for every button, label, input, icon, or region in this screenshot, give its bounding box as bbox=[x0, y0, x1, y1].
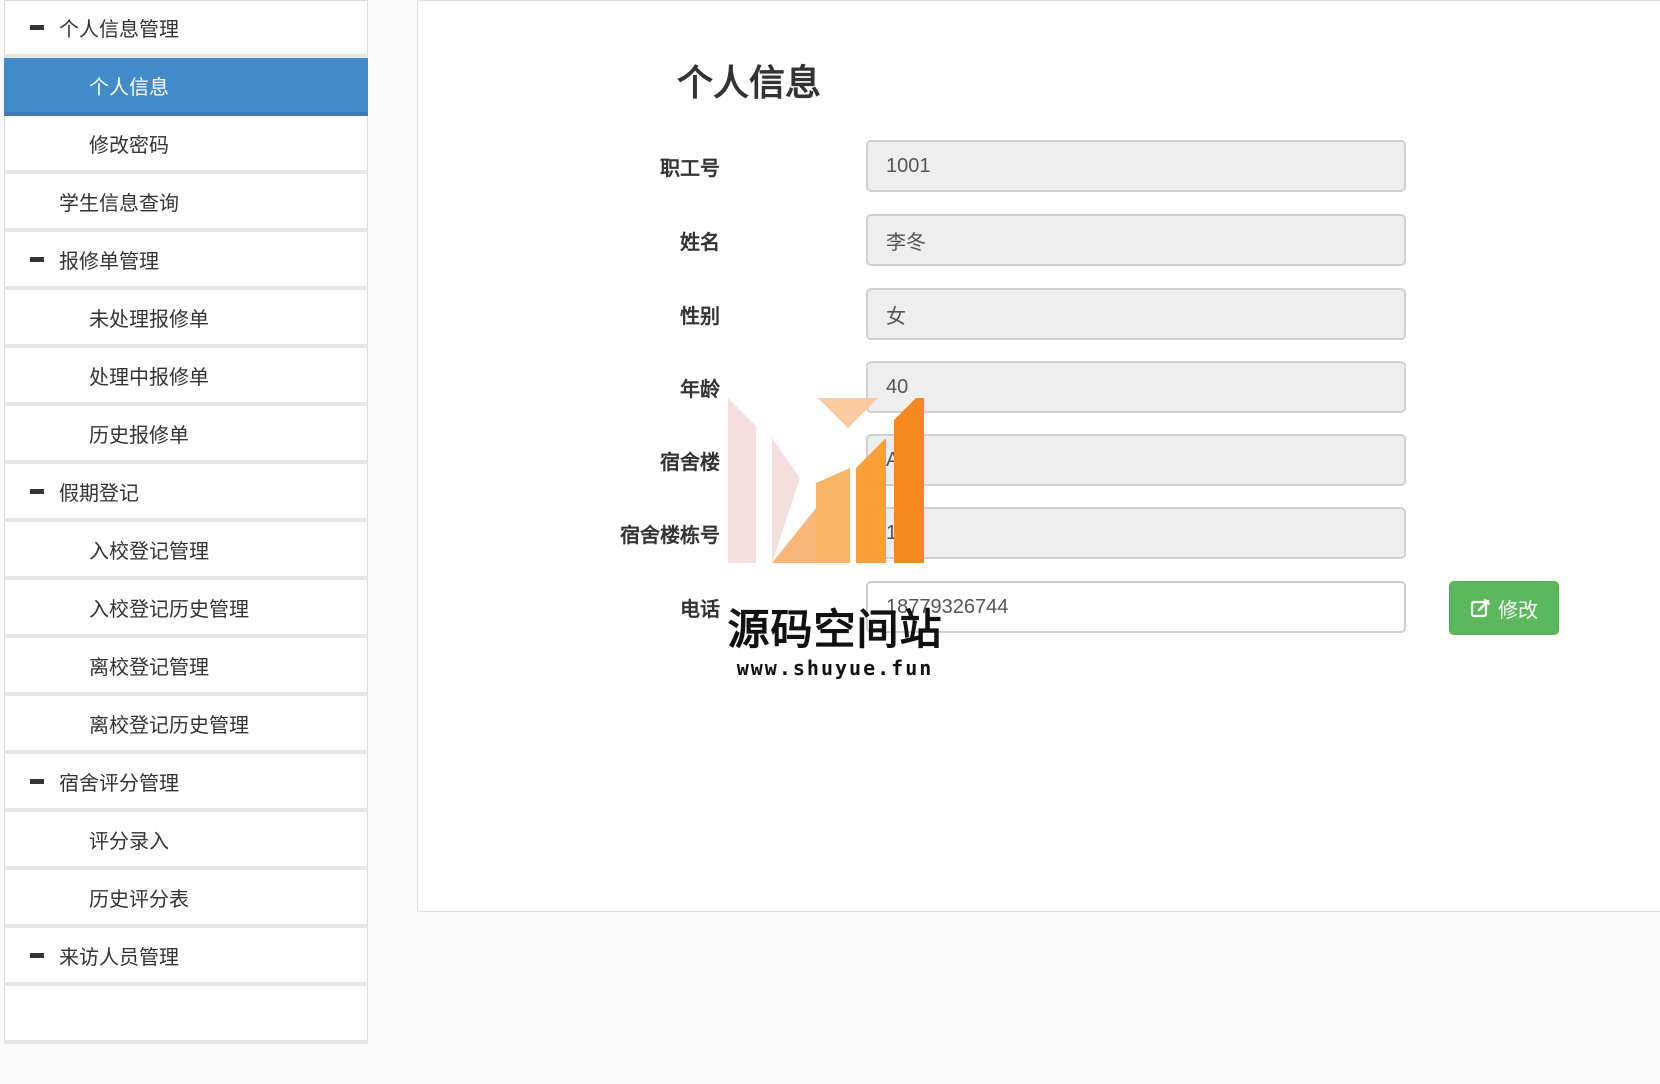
sidebar-item-label: 入校登记历史管理 bbox=[89, 596, 249, 621]
sidebar-item-label: 历史评分表 bbox=[89, 886, 189, 911]
form-row-dorm-building-number: 宿舍楼栋号 bbox=[560, 507, 1560, 559]
sidebar-item-return-registration-history[interactable]: 入校登记历史管理 bbox=[4, 580, 368, 638]
sidebar-nav: 个人信息管理 个人信息 修改密码 学生信息查询 报修单管理 未处理报修单 处理中… bbox=[4, 0, 368, 1084]
field-label: 姓名 bbox=[680, 230, 720, 254]
field-label: 宿舍楼栋号 bbox=[620, 523, 720, 547]
sidebar-group-dorm-score[interactable]: 宿舍评分管理 bbox=[4, 754, 368, 812]
form-row-name: 姓名 bbox=[560, 214, 1560, 266]
sidebar-item-label: 离校登记历史管理 bbox=[89, 712, 249, 737]
field-label: 电话 bbox=[680, 597, 720, 621]
dorm-building-number-field[interactable] bbox=[866, 507, 1406, 559]
sidebar-item-label: 历史报修单 bbox=[89, 422, 189, 447]
sidebar-group-holiday[interactable]: 假期登记 bbox=[4, 464, 368, 522]
sidebar-group-visitors[interactable]: 来访人员管理 bbox=[4, 928, 368, 986]
field-label: 职工号 bbox=[660, 156, 720, 180]
sidebar-item-label: 个人信息管理 bbox=[59, 17, 179, 41]
sidebar-item-history-repairs[interactable]: 历史报修单 bbox=[4, 406, 368, 464]
form-row-gender: 性别 bbox=[560, 288, 1560, 340]
sidebar-item-label: 假期登记 bbox=[59, 480, 139, 505]
sidebar-item-return-registration[interactable]: 入校登记管理 bbox=[4, 522, 368, 580]
collapse-minus-icon[interactable] bbox=[30, 952, 44, 958]
sidebar-item-label: 未处理报修单 bbox=[89, 306, 209, 331]
form-row-phone: 电话 bbox=[560, 581, 1560, 633]
collapse-minus-icon[interactable] bbox=[30, 256, 44, 262]
form-row-age: 年龄 bbox=[560, 361, 1560, 413]
field-label: 宿舍楼 bbox=[660, 450, 720, 474]
sidebar-item-label: 个人信息 bbox=[89, 74, 169, 99]
sidebar-group-repair[interactable]: 报修单管理 bbox=[4, 232, 368, 290]
sidebar-item-label: 处理中报修单 bbox=[89, 364, 209, 389]
employee-id-field[interactable] bbox=[866, 140, 1406, 192]
sidebar-item-partial[interactable] bbox=[4, 986, 368, 1044]
sidebar-group-personal-info[interactable]: 个人信息管理 bbox=[4, 0, 368, 58]
page-title: 个人信息 bbox=[677, 63, 822, 104]
collapse-minus-icon[interactable] bbox=[30, 778, 44, 784]
sidebar-item-personal-info[interactable]: 个人信息 bbox=[4, 58, 368, 116]
sidebar-item-label: 来访人员管理 bbox=[59, 944, 179, 969]
sidebar-item-unprocessed-repairs[interactable]: 未处理报修单 bbox=[4, 290, 368, 348]
edit-button-label: 修改 bbox=[1498, 597, 1538, 622]
sidebar-item-label: 修改密码 bbox=[89, 132, 169, 157]
collapse-minus-icon[interactable] bbox=[30, 25, 44, 30]
sidebar-item-label: 评分录入 bbox=[89, 828, 169, 853]
sidebar-item-leave-registration[interactable]: 离校登记管理 bbox=[4, 638, 368, 696]
sidebar-item-score-entry[interactable]: 评分录入 bbox=[4, 812, 368, 870]
sidebar-item-label: 宿舍评分管理 bbox=[59, 770, 179, 795]
edit-icon bbox=[1470, 597, 1492, 619]
edit-button[interactable]: 修改 bbox=[1449, 581, 1559, 635]
sidebar-item-label: 学生信息查询 bbox=[59, 190, 179, 215]
field-label: 年龄 bbox=[680, 377, 720, 401]
sidebar-item-leave-registration-history[interactable]: 离校登记历史管理 bbox=[4, 696, 368, 754]
name-field[interactable] bbox=[866, 214, 1406, 266]
sidebar-item-change-password[interactable]: 修改密码 bbox=[4, 116, 368, 174]
sidebar-item-label: 报修单管理 bbox=[59, 248, 159, 273]
sidebar-item-label: 离校登记管理 bbox=[89, 654, 209, 679]
collapse-minus-icon[interactable] bbox=[30, 488, 44, 494]
age-field[interactable] bbox=[866, 361, 1406, 413]
field-label: 性别 bbox=[680, 304, 720, 328]
form-row-employee-id: 职工号 bbox=[560, 140, 1560, 192]
sidebar-item-label: 入校登记管理 bbox=[89, 538, 209, 563]
phone-field[interactable] bbox=[866, 581, 1406, 633]
gender-field[interactable] bbox=[866, 288, 1406, 340]
dorm-building-field[interactable] bbox=[866, 434, 1406, 486]
sidebar-item-student-query[interactable]: 学生信息查询 bbox=[4, 174, 368, 232]
form-row-dorm-building: 宿舍楼 bbox=[560, 434, 1560, 486]
sidebar-item-score-history[interactable]: 历史评分表 bbox=[4, 870, 368, 928]
sidebar-item-processing-repairs[interactable]: 处理中报修单 bbox=[4, 348, 368, 406]
